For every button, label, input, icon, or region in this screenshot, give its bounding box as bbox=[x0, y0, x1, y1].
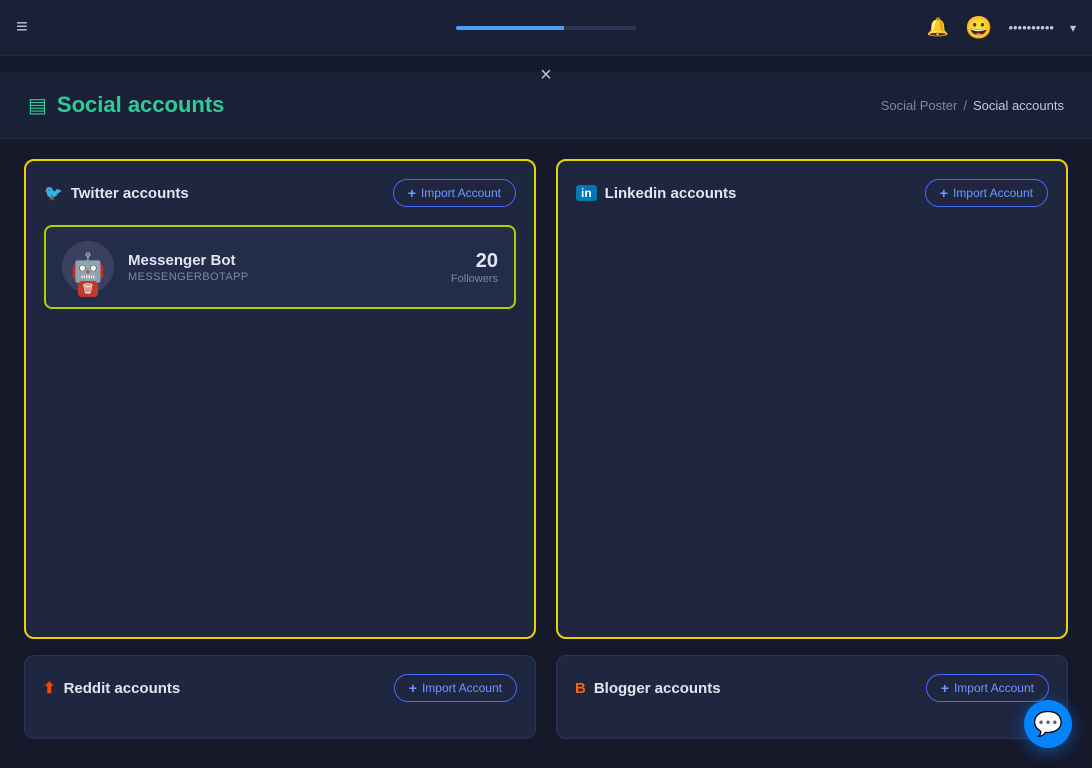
twitter-card-header: 🐦 Twitter accounts + Import Account bbox=[44, 179, 516, 207]
reddit-card-title: ⬆ Reddit accounts bbox=[43, 679, 180, 697]
followers-label: Followers bbox=[451, 273, 498, 285]
reddit-card-label: Reddit accounts bbox=[64, 680, 181, 697]
progress-bar bbox=[456, 26, 636, 30]
linkedin-card-label: Linkedin accounts bbox=[605, 185, 737, 202]
linkedin-card: in Linkedin accounts + Import Account bbox=[556, 159, 1068, 639]
twitter-card-label: Twitter accounts bbox=[71, 185, 189, 202]
app-layout: ≡ 🔔 😀 •••••••••• ▾ × ▤ Social accounts S… bbox=[0, 0, 1092, 768]
account-avatar-wrap: 🤖 🗑 bbox=[62, 241, 114, 293]
linkedin-import-button[interactable]: + Import Account bbox=[925, 179, 1048, 207]
breadcrumb-current: Social accounts bbox=[973, 98, 1064, 113]
account-handle: MESSENGERBOTAPP bbox=[128, 271, 437, 283]
breadcrumb: Social Poster / Social accounts bbox=[881, 98, 1064, 113]
plus-icon: + bbox=[940, 185, 948, 201]
blogger-icon: B bbox=[575, 680, 586, 697]
twitter-import-label: Import Account bbox=[421, 186, 501, 200]
breadcrumb-parent[interactable]: Social Poster bbox=[881, 98, 958, 113]
reddit-import-button[interactable]: + Import Account bbox=[394, 674, 517, 702]
twitter-account-item: 🤖 🗑 Messenger Bot MESSENGERBOTAPP 20 Fol… bbox=[44, 225, 516, 309]
blogger-import-button[interactable]: + Import Account bbox=[926, 674, 1049, 702]
followers-count: 20 bbox=[451, 250, 498, 273]
reddit-import-label: Import Account bbox=[422, 681, 502, 695]
dropdown-icon[interactable]: ▾ bbox=[1070, 21, 1076, 35]
reddit-card: ⬆ Reddit accounts + Import Account bbox=[24, 655, 536, 739]
linkedin-icon: in bbox=[576, 185, 597, 201]
account-name: Messenger Bot bbox=[128, 252, 437, 269]
account-followers: 20 Followers bbox=[451, 250, 498, 285]
twitter-icon: 🐦 bbox=[44, 184, 63, 202]
username-label[interactable]: •••••••••• bbox=[1008, 20, 1054, 35]
bell-icon[interactable]: 🔔 bbox=[927, 17, 949, 38]
plus-icon: + bbox=[408, 185, 416, 201]
navbar-right: 🔔 😀 •••••••••• ▾ bbox=[927, 15, 1076, 41]
navbar: ≡ 🔔 😀 •••••••••• ▾ bbox=[0, 0, 1092, 56]
plus-icon: + bbox=[941, 680, 949, 696]
messenger-bubble[interactable]: 💬 bbox=[1024, 700, 1072, 748]
twitter-card-title: 🐦 Twitter accounts bbox=[44, 184, 189, 202]
blogger-card-header: B Blogger accounts + Import Account bbox=[575, 674, 1049, 702]
hamburger-icon[interactable]: ≡ bbox=[16, 16, 28, 39]
reddit-icon: ⬆ bbox=[43, 679, 56, 697]
reddit-card-header: ⬆ Reddit accounts + Import Account bbox=[43, 674, 517, 702]
twitter-card: 🐦 Twitter accounts + Import Account 🤖 🗑 bbox=[24, 159, 536, 639]
account-delete-button[interactable]: 🗑 bbox=[78, 281, 98, 297]
blogger-import-label: Import Account bbox=[954, 681, 1034, 695]
close-button[interactable]: × bbox=[532, 56, 560, 95]
avatar-emoji: 🤖 bbox=[71, 251, 106, 284]
cards-grid: 🐦 Twitter accounts + Import Account 🤖 🗑 bbox=[0, 139, 1092, 639]
account-info: Messenger Bot MESSENGERBOTAPP bbox=[128, 252, 437, 283]
blogger-card-label: Blogger accounts bbox=[594, 680, 721, 697]
avatar[interactable]: 😀 bbox=[965, 15, 992, 41]
page-title-wrap: ▤ Social accounts bbox=[28, 92, 224, 118]
bottom-cards-grid: ⬆ Reddit accounts + Import Account B Blo… bbox=[0, 655, 1092, 759]
page-title: Social accounts bbox=[57, 92, 225, 118]
blogger-card-title: B Blogger accounts bbox=[575, 680, 721, 697]
linkedin-card-title: in Linkedin accounts bbox=[576, 185, 736, 202]
twitter-import-button[interactable]: + Import Account bbox=[393, 179, 516, 207]
blogger-card: B Blogger accounts + Import Account bbox=[556, 655, 1068, 739]
page-icon: ▤ bbox=[28, 93, 47, 118]
plus-icon: + bbox=[409, 680, 417, 696]
linkedin-card-header: in Linkedin accounts + Import Account bbox=[576, 179, 1048, 207]
progress-fill bbox=[456, 26, 564, 30]
messenger-icon: 💬 bbox=[1033, 710, 1063, 739]
linkedin-import-label: Import Account bbox=[953, 186, 1033, 200]
breadcrumb-separator: / bbox=[963, 98, 967, 113]
trash-icon: 🗑 bbox=[82, 284, 95, 295]
progress-bar-wrap bbox=[456, 26, 636, 30]
